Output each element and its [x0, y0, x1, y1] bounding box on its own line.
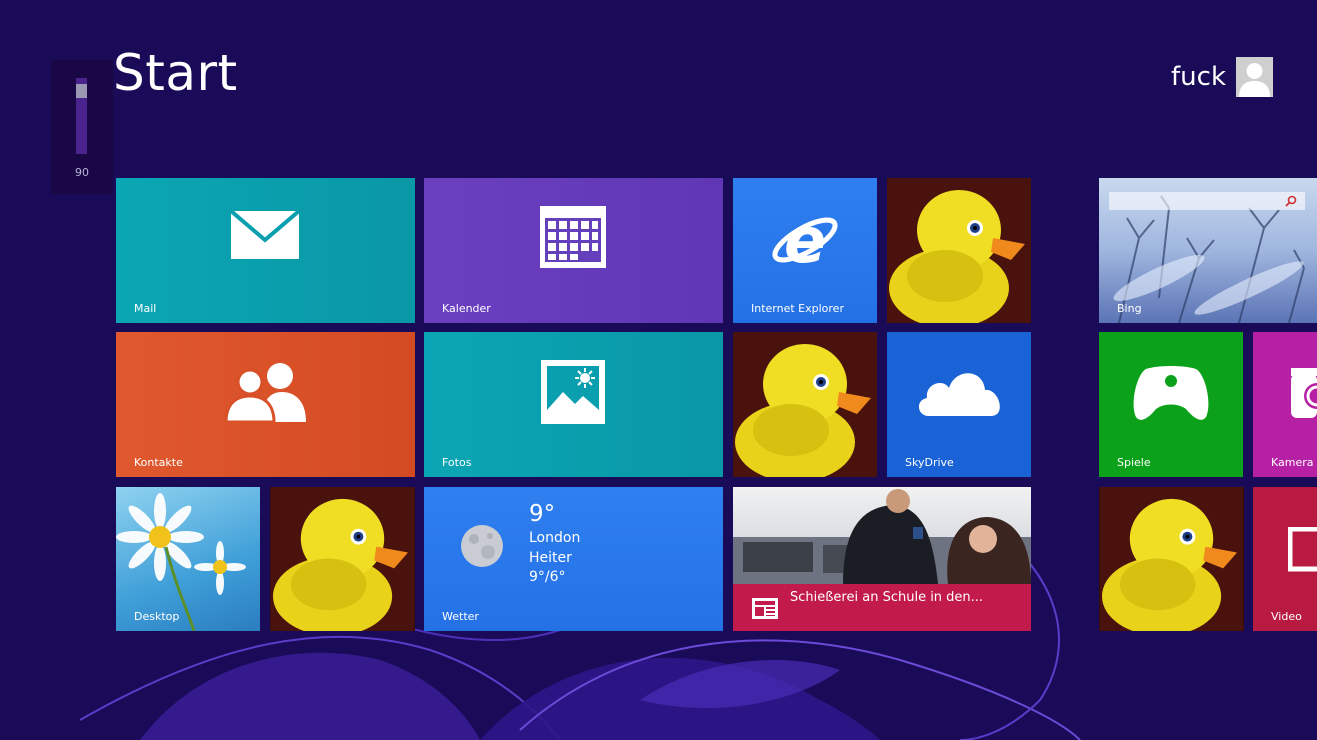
- tile-photos[interactable]: Fotos: [424, 332, 723, 477]
- page-title: Start: [113, 44, 238, 102]
- camera-icon: [1291, 368, 1317, 418]
- tile-video[interactable]: Video: [1253, 487, 1317, 631]
- tile-label: Kamera: [1271, 456, 1314, 469]
- tile-label: SkyDrive: [905, 456, 954, 469]
- volume-level: 90: [75, 166, 89, 179]
- volume-thumb[interactable]: [76, 84, 87, 99]
- tile-mail[interactable]: Mail: [116, 178, 415, 323]
- duck-image: [887, 178, 1031, 323]
- tile-internet-explorer[interactable]: e Internet Explorer: [733, 178, 877, 323]
- news-headline: Schießerei an Schule in den...: [790, 590, 984, 605]
- weather-city: London: [529, 530, 581, 546]
- tile-calendar[interactable]: Kalender: [424, 178, 723, 323]
- news-photo: [733, 487, 1031, 584]
- news-headline-bar: Schießerei an Schule in den...: [733, 584, 1031, 631]
- weather-temperature: 9°: [529, 501, 556, 527]
- tile-label: Fotos: [442, 456, 472, 469]
- weather-condition: Heiter: [529, 550, 572, 566]
- tile-label: Kalender: [442, 302, 491, 315]
- video-icon: [1288, 527, 1317, 572]
- tile-duck-photo[interactable]: [733, 332, 877, 477]
- calendar-icon: [540, 206, 606, 268]
- internet-explorer-icon: e: [772, 204, 838, 272]
- tile-label: Mail: [134, 302, 157, 315]
- people-icon: [224, 363, 306, 422]
- tile-label: Desktop: [134, 610, 180, 623]
- duck-image: [270, 487, 415, 631]
- user-avatar-icon: [1236, 57, 1273, 97]
- tile-camera[interactable]: Kamera: [1253, 332, 1317, 477]
- mail-icon: [230, 210, 300, 259]
- news-icon: [752, 598, 778, 619]
- svg-text:e: e: [784, 204, 826, 272]
- user-name: fuck: [1171, 62, 1226, 92]
- tile-desktop[interactable]: Desktop: [116, 487, 260, 631]
- cloud-icon: [918, 373, 1000, 416]
- volume-indicator[interactable]: 90: [51, 60, 113, 194]
- duck-image: [1099, 487, 1244, 631]
- tile-weather[interactable]: 9° London Heiter 9°/6° Wetter: [424, 487, 723, 631]
- tile-duck-photo[interactable]: [887, 178, 1031, 323]
- gamepad-icon: [1133, 366, 1209, 420]
- weather-range: 9°/6°: [529, 569, 566, 585]
- tile-duck-photo[interactable]: [1099, 487, 1244, 631]
- tile-contacts[interactable]: Kontakte: [116, 332, 415, 477]
- tile-label: Video: [1271, 610, 1302, 623]
- tile-news[interactable]: Schießerei an Schule in den...: [733, 487, 1031, 631]
- tile-games[interactable]: Spiele: [1099, 332, 1243, 477]
- tile-duck-photo[interactable]: [270, 487, 415, 631]
- tile-label: Spiele: [1117, 456, 1151, 469]
- duck-image: [733, 332, 877, 477]
- photos-icon: [541, 360, 605, 424]
- tile-label: Internet Explorer: [751, 302, 844, 315]
- user-account[interactable]: fuck: [1171, 57, 1273, 97]
- search-icon[interactable]: [1285, 195, 1297, 207]
- tile-label: Wetter: [442, 610, 479, 623]
- tile-label: Kontakte: [134, 456, 183, 469]
- tile-skydrive[interactable]: SkyDrive: [887, 332, 1031, 477]
- tile-bing[interactable]: Bing: [1099, 178, 1317, 323]
- tile-label: Bing: [1117, 302, 1142, 315]
- moon-icon: [461, 525, 503, 567]
